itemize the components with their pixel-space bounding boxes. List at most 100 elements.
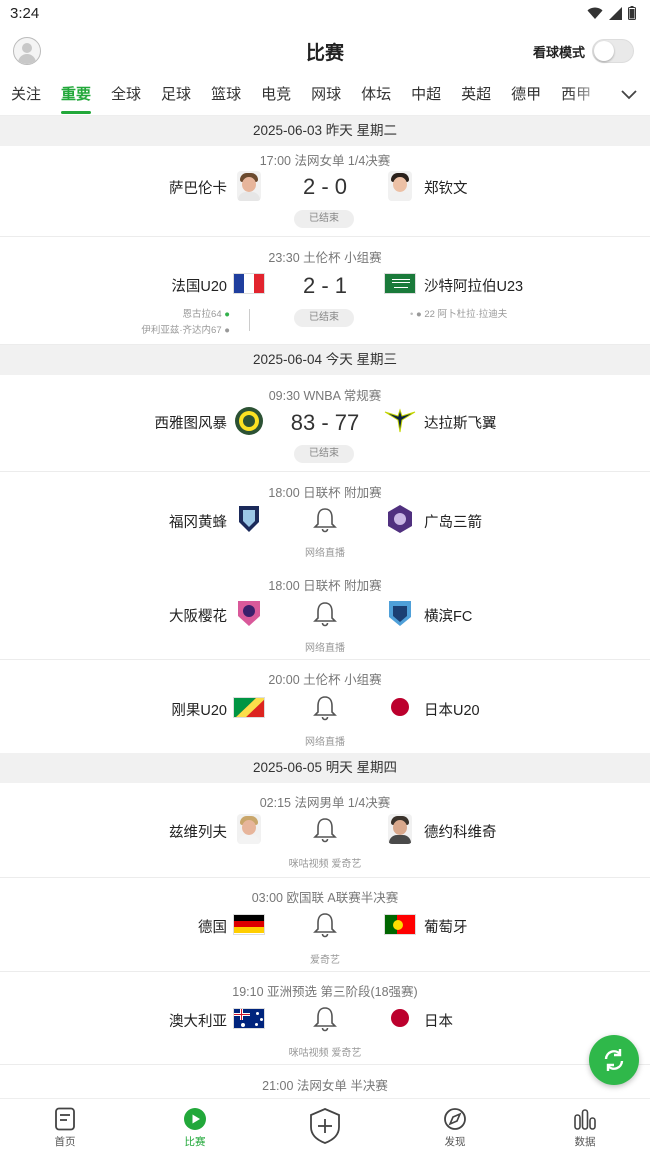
home-team: 澳大利亚 <box>169 1014 227 1030</box>
discover-icon <box>444 1108 466 1130</box>
match-status-badge: 已结束 <box>294 210 354 228</box>
home-team: 刚果U20 <box>171 703 227 719</box>
tab-9[interactable]: 英超 <box>461 74 491 115</box>
date-header: 2025-06-03 昨天 星期二 <box>0 116 650 146</box>
match-status-badge: 已结束 <box>294 309 354 327</box>
notify-bell-icon[interactable] <box>310 817 340 843</box>
tab-8[interactable]: 中超 <box>411 74 441 115</box>
match-card[interactable]: 23:30 土伦杯 小组赛 法国U20 2 - 1 沙特阿拉伯U23 恩古拉64… <box>0 237 650 345</box>
notify-bell-icon[interactable] <box>310 507 340 533</box>
home-scorer: 伊利亚兹·齐达内67 ● <box>141 325 230 336</box>
watch-mode: 看球模式 <box>533 39 634 63</box>
status-time: 3:24 <box>10 4 40 22</box>
match-time-league: 23:30 土伦杯 小组赛 <box>268 251 382 265</box>
play-circle-icon <box>184 1108 206 1130</box>
broadcast-info: 咪咕视频 爱奇艺 <box>288 859 362 870</box>
away-scorer: • ● 22 阿卜杜拉·拉迪夫 <box>410 309 508 320</box>
match-time-league: 09:30 WNBA 常规赛 <box>268 389 382 403</box>
away-team: 横滨FC <box>424 609 473 625</box>
france-flag-icon <box>233 268 265 298</box>
home-scorer: 恩古拉64 ● <box>182 309 230 320</box>
sanfrecce-hiroshima-logo-icon <box>384 504 416 534</box>
nav-discover-label: 发现 <box>444 1136 466 1148</box>
away-team: 郑钦文 <box>424 181 468 197</box>
home-team: 德国 <box>198 920 227 936</box>
match-card[interactable]: 18:00 日联杯 附加赛 大阪樱花 横滨FC 网络直播 <box>0 567 650 660</box>
away-team: 葡萄牙 <box>424 920 468 936</box>
match-time-league: 20:00 土伦杯 小组赛 <box>268 673 382 687</box>
tab-0[interactable]: 关注 <box>11 74 41 115</box>
date-header: 2025-06-04 今天 星期三 <box>0 345 650 375</box>
nav-home[interactable]: 首页 <box>0 1099 130 1155</box>
match-score: 83 - 77 <box>290 410 360 435</box>
notify-bell-icon[interactable] <box>310 601 340 627</box>
nav-matches[interactable]: 比赛 <box>130 1099 260 1155</box>
away-player-photo <box>384 171 416 201</box>
away-player-photo <box>384 814 416 844</box>
notify-bell-icon[interactable] <box>310 1006 340 1032</box>
tab-6[interactable]: 网球 <box>311 74 341 115</box>
notify-bell-icon[interactable] <box>310 695 340 721</box>
match-time-league: 19:10 亚洲预选 第三阶段(18强赛) <box>232 985 418 999</box>
tab-5[interactable]: 电竞 <box>261 74 291 115</box>
tab-7[interactable]: 体坛 <box>361 74 391 115</box>
refresh-button[interactable] <box>589 1035 639 1085</box>
watch-mode-toggle[interactable] <box>592 39 634 63</box>
shield-plus-icon <box>310 1108 340 1144</box>
broadcast-info: 爱奇艺 <box>310 955 340 966</box>
match-card[interactable]: 09:30 WNBA 常规赛 西雅图风暴 83 - 77 达拉斯飞翼 已结束 <box>0 375 650 472</box>
cerezo-osaka-logo-icon <box>233 598 265 628</box>
nav-data[interactable]: 数据 <box>520 1099 650 1155</box>
nav-discover[interactable]: 发现 <box>390 1099 520 1155</box>
away-team: 广岛三箭 <box>424 515 482 531</box>
portugal-flag-icon <box>384 909 416 939</box>
away-team: 日本U20 <box>424 703 480 719</box>
match-score: 2 - 0 <box>302 174 348 199</box>
home-team: 福冈黄蜂 <box>169 515 227 531</box>
match-card[interactable]: 02:15 法网男单 1/4决赛 兹维列夫 德约科维奇 咪咕视频 爱奇艺 <box>0 783 650 878</box>
away-team: 德约科维奇 <box>424 825 497 841</box>
home-team: 大阪樱花 <box>169 609 227 625</box>
match-card[interactable]: 20:00 土伦杯 小组赛 刚果U20 日本U20 网络直播 <box>0 660 650 753</box>
match-card[interactable]: 17:00 法网女单 1/4决赛 萨巴伦卡 2 - 0 郑钦文 已结束 <box>0 146 650 237</box>
match-time-league: 03:00 欧国联 A联赛半决赛 <box>251 891 399 905</box>
match-time-league: 21:00 法网女单 半决赛 <box>262 1079 388 1093</box>
data-bars-icon <box>574 1109 596 1130</box>
home-player-photo <box>233 814 265 844</box>
broadcast-info: 网络直播 <box>305 737 345 748</box>
home-team: 法国U20 <box>171 279 227 295</box>
dallas-wings-logo-icon <box>384 406 416 436</box>
home-player-photo <box>233 171 265 201</box>
tab-3[interactable]: 足球 <box>161 74 191 115</box>
match-time-league: 02:15 法网男单 1/4决赛 <box>259 796 391 810</box>
home-doc-icon <box>55 1107 75 1131</box>
away-team: 沙特阿拉伯U23 <box>424 279 524 295</box>
scorer-timeline <box>249 309 250 331</box>
broadcast-info: 网络直播 <box>305 548 345 559</box>
date-header: 2025-06-05 明天 星期四 <box>0 753 650 783</box>
match-card[interactable]: 19:10 亚洲预选 第三阶段(18强赛) 澳大利亚 日本 咪咕视频 爱奇艺 <box>0 972 650 1065</box>
status-icons <box>587 6 636 20</box>
saudi-flag-icon <box>384 268 416 298</box>
avispa-fukuoka-logo-icon <box>233 504 265 534</box>
nav-center-action[interactable] <box>260 1099 390 1155</box>
tabs-fade <box>568 74 608 115</box>
match-card[interactable]: 18:00 日联杯 附加赛 福冈黄蜂 广岛三箭 网络直播 <box>0 472 650 567</box>
watch-mode-label: 看球模式 <box>532 44 585 60</box>
notify-bell-icon[interactable] <box>310 912 340 938</box>
refresh-icon <box>604 1049 624 1071</box>
match-card[interactable]: 03:00 欧国联 A联赛半决赛 德国 葡萄牙 爱奇艺 <box>0 878 650 972</box>
chevron-down-icon <box>621 89 637 99</box>
app-root: 3:24 比赛 看球模式 关注重要全球足球篮球电竞网球体坛中超英超德甲西甲 20… <box>0 0 650 1155</box>
battery-icon <box>628 6 636 20</box>
nav-matches-label: 比赛 <box>184 1136 206 1148</box>
tab-1[interactable]: 重要 <box>61 74 92 115</box>
tabs-expand-button[interactable] <box>608 74 650 115</box>
wifi-icon <box>587 7 603 19</box>
away-team: 达拉斯飞翼 <box>424 416 497 432</box>
australia-flag-icon <box>233 1003 265 1033</box>
tab-4[interactable]: 篮球 <box>211 74 241 115</box>
tab-2[interactable]: 全球 <box>111 74 141 115</box>
tab-10[interactable]: 德甲 <box>511 74 541 115</box>
home-team: 萨巴伦卡 <box>169 181 227 197</box>
